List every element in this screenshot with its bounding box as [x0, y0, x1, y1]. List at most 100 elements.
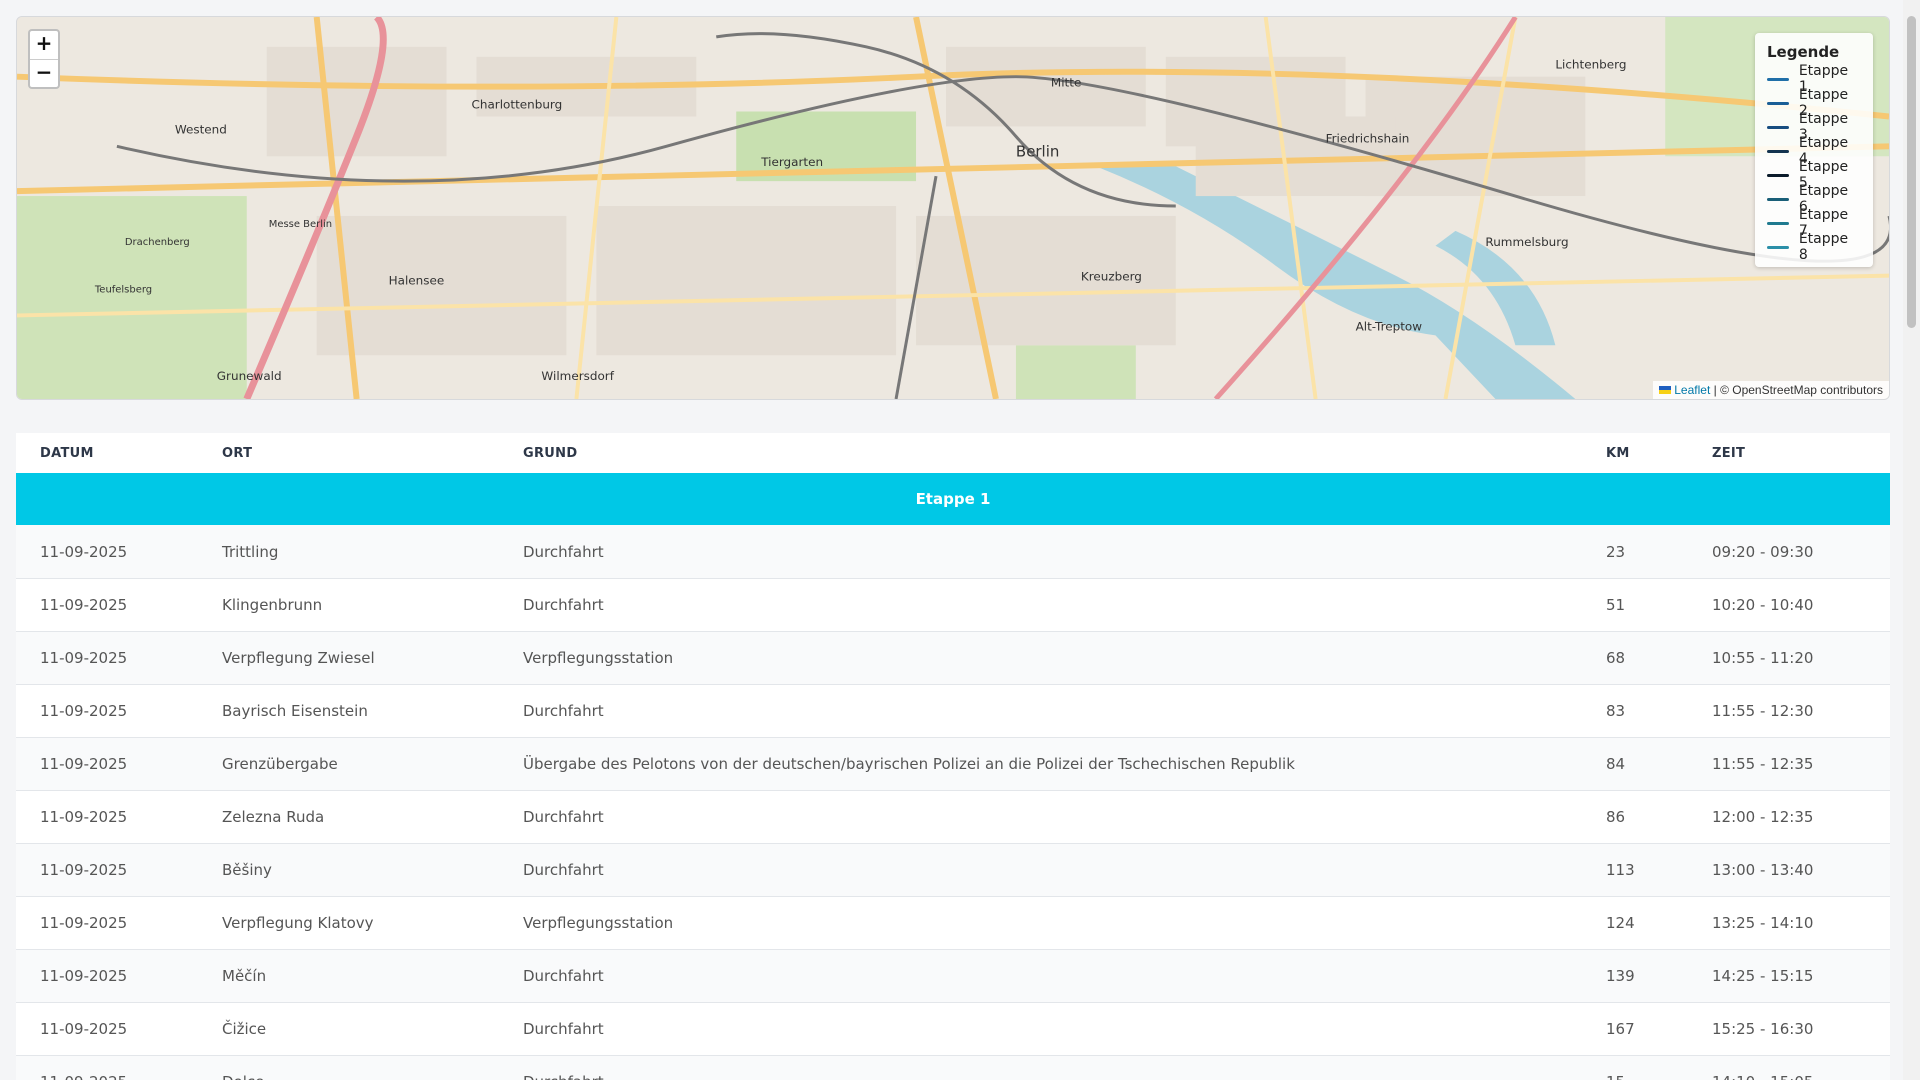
cell-ort: Běšiny — [222, 861, 272, 879]
svg-text:Wilmersdorf: Wilmersdorf — [541, 369, 614, 383]
table-row[interactable]: 11-09-2025 Čižice Durchfahrt 167 15:25 - 16:… — [16, 1002, 1890, 1055]
cell-grund: Verpflegungsstation — [523, 914, 674, 932]
legend-items: Etappe 1 Etappe 2 Etappe 3 Etappe 4 Etappe 5… — [1767, 63, 1861, 263]
legend-line-icon — [1767, 77, 1789, 81]
cell-grund: Durchfahrt — [523, 1073, 604, 1080]
table-row[interactable]: 11-09-2025 Běšiny Durchfahrt 113 13:00 - 13:… — [16, 843, 1890, 896]
stage-header: Etappe 1 — [16, 473, 1890, 525]
map-legend: Legende Etappe 1 Etappe 2 Etappe 3 Etappe 4… — [1755, 33, 1873, 267]
cell-zeit: 14:10 - 15:05 — [1712, 1073, 1813, 1080]
legend-line-icon — [1767, 197, 1789, 201]
table-row[interactable]: 11-09-2025 Klingenbrunn Durchfahrt 51 10:20 … — [16, 578, 1890, 631]
route-map[interactable]: Westend Charlottenburg Tiergarten Mitte … — [16, 16, 1890, 400]
table-body: 11-09-2025 Trittling Durchfahrt 23 09:20 - 0… — [16, 525, 1890, 1080]
leaflet-link[interactable]: Leaflet — [1674, 383, 1710, 397]
cell-grund: Verpflegungsstation — [523, 649, 674, 667]
cell-ort: Klingenbrunn — [222, 596, 323, 614]
cell-ort: Verpflegung Klatovy — [222, 914, 374, 932]
cell-km: 68 — [1606, 649, 1626, 667]
cell-ort: Zelezna Ruda — [222, 808, 325, 826]
cell-datum: 11-09-2025 — [40, 755, 128, 773]
cell-grund: Durchfahrt — [523, 702, 604, 720]
table-row[interactable]: 11-09-2025 Zelezna Ruda Durchfahrt 86 12:00 … — [16, 790, 1890, 843]
cell-ort: Dolce — [222, 1073, 264, 1080]
table-row[interactable]: 11-09-2025 Měčín Durchfahrt 139 14:25 - 15:1… — [16, 949, 1890, 1002]
cell-datum: 11-09-2025 — [40, 596, 128, 614]
cell-zeit: 10:55 - 11:20 — [1712, 649, 1814, 667]
cell-zeit: 12:00 - 12:35 — [1712, 808, 1814, 826]
cell-km: 113 — [1606, 861, 1635, 879]
zoom-control: + − — [28, 29, 60, 89]
cell-ort: Trittling — [222, 542, 279, 561]
cell-ort: Grenzübergabe — [222, 755, 338, 773]
cell-grund: Durchfahrt — [523, 967, 604, 985]
legend-line-icon — [1767, 149, 1789, 153]
zoom-out-button[interactable]: − — [30, 59, 58, 87]
cell-datum: 11-09-2025 — [40, 914, 128, 932]
svg-text:Kreuzberg: Kreuzberg — [1081, 270, 1142, 284]
table-row[interactable]: 11-09-2025 Dolce Durchfahrt 15 14:10 - 15:05 — [16, 1055, 1890, 1080]
svg-text:Messe Berlin: Messe Berlin — [269, 219, 332, 230]
cell-zeit: 10:20 - 10:40 — [1712, 596, 1814, 614]
header-grund[interactable]: GRUND — [523, 446, 577, 461]
cell-km: 139 — [1606, 967, 1635, 985]
cell-grund: Übergabe des Pelotons von der deutschen/… — [523, 755, 1295, 773]
cell-zeit: 14:25 - 15:15 — [1712, 967, 1814, 985]
cell-zeit: 11:55 - 12:30 — [1712, 702, 1814, 720]
schedule-table: DATUM ORT GRUND KM ZEIT Etappe 1 11-09-2… — [16, 433, 1890, 1080]
table-row[interactable]: 11-09-2025 Verpflegung Klatovy Verpflegung… — [16, 896, 1890, 949]
page-scrollbar[interactable] — [1903, 0, 1920, 1080]
cell-datum: 11-09-2025 — [40, 649, 128, 667]
table-row[interactable]: 11-09-2025 Trittling Durchfahrt 23 09:20 - 0… — [16, 525, 1890, 578]
cell-datum: 11-09-2025 — [40, 702, 128, 720]
cell-km: 84 — [1606, 755, 1626, 773]
cell-grund: Durchfahrt — [523, 808, 604, 826]
cell-km: 51 — [1606, 596, 1626, 614]
cell-datum: 11-09-2025 — [40, 861, 128, 879]
svg-text:Charlottenburg: Charlottenburg — [472, 98, 563, 112]
cell-km: 23 — [1606, 542, 1626, 561]
legend-line-icon — [1767, 101, 1789, 105]
map-attribution: Leaflet | © OpenStreetMap contributors — [1653, 381, 1889, 399]
cell-grund: Durchfahrt — [523, 1020, 604, 1038]
cell-ort: Měčín — [222, 967, 267, 985]
page: Westend Charlottenburg Tiergarten Mitte … — [0, 0, 1920, 1080]
svg-text:Teufelsberg: Teufelsberg — [94, 285, 152, 296]
attribution-text: | © OpenStreetMap contributors — [1710, 383, 1883, 397]
svg-text:Drachenberg: Drachenberg — [125, 237, 190, 248]
svg-text:Tiergarten: Tiergarten — [760, 155, 823, 169]
leaflet-flag-icon — [1659, 386, 1672, 394]
legend-item-label: Etappe 8 — [1798, 231, 1849, 263]
legend-title: Legende — [1767, 43, 1840, 61]
cell-grund: Durchfahrt — [523, 861, 604, 879]
cell-datum: 11-09-2025 — [40, 1073, 127, 1080]
header-km[interactable]: KM — [1606, 446, 1630, 461]
legend-line-icon — [1767, 125, 1789, 129]
zoom-in-button[interactable]: + — [30, 31, 58, 59]
svg-text:Alt-Treptow: Alt-Treptow — [1356, 319, 1423, 333]
table-row[interactable]: 11-09-2025 Verpflegung Zwiesel Verpflegung… — [16, 631, 1890, 684]
table-row[interactable]: 11-09-2025 Grenzübergabe Übergabe des Pelo… — [16, 737, 1890, 790]
cell-km: 124 — [1606, 914, 1635, 932]
cell-zeit: 13:25 - 14:10 — [1712, 914, 1814, 932]
header-ort[interactable]: ORT — [222, 446, 252, 461]
legend-line-icon — [1767, 173, 1789, 177]
cell-km: 83 — [1606, 702, 1626, 720]
cell-grund: Durchfahrt — [523, 542, 604, 561]
legend-line-icon — [1767, 245, 1789, 249]
cell-datum: 11-09-2025 — [40, 1020, 128, 1038]
scrollbar-thumb[interactable] — [1907, 16, 1916, 328]
legend-line-icon — [1767, 221, 1789, 225]
svg-text:Friedrichshain: Friedrichshain — [1326, 131, 1410, 145]
svg-text:Rummelsburg: Rummelsburg — [1485, 235, 1568, 249]
table-row[interactable]: 11-09-2025 Bayrisch Eisenstein Durchfahrt 8… — [16, 684, 1890, 737]
svg-text:Mitte: Mitte — [1051, 76, 1081, 90]
header-datum[interactable]: DATUM — [40, 446, 94, 461]
cell-datum: 11-09-2025 — [40, 542, 128, 561]
cell-datum: 11-09-2025 — [40, 967, 128, 985]
map-tiles: Westend Charlottenburg Tiergarten Mitte … — [17, 17, 1889, 399]
cell-ort: Bayrisch Eisenstein — [222, 702, 368, 720]
svg-text:Grunewald: Grunewald — [217, 369, 282, 383]
cell-km: 86 — [1606, 808, 1626, 826]
header-zeit[interactable]: ZEIT — [1712, 446, 1745, 461]
